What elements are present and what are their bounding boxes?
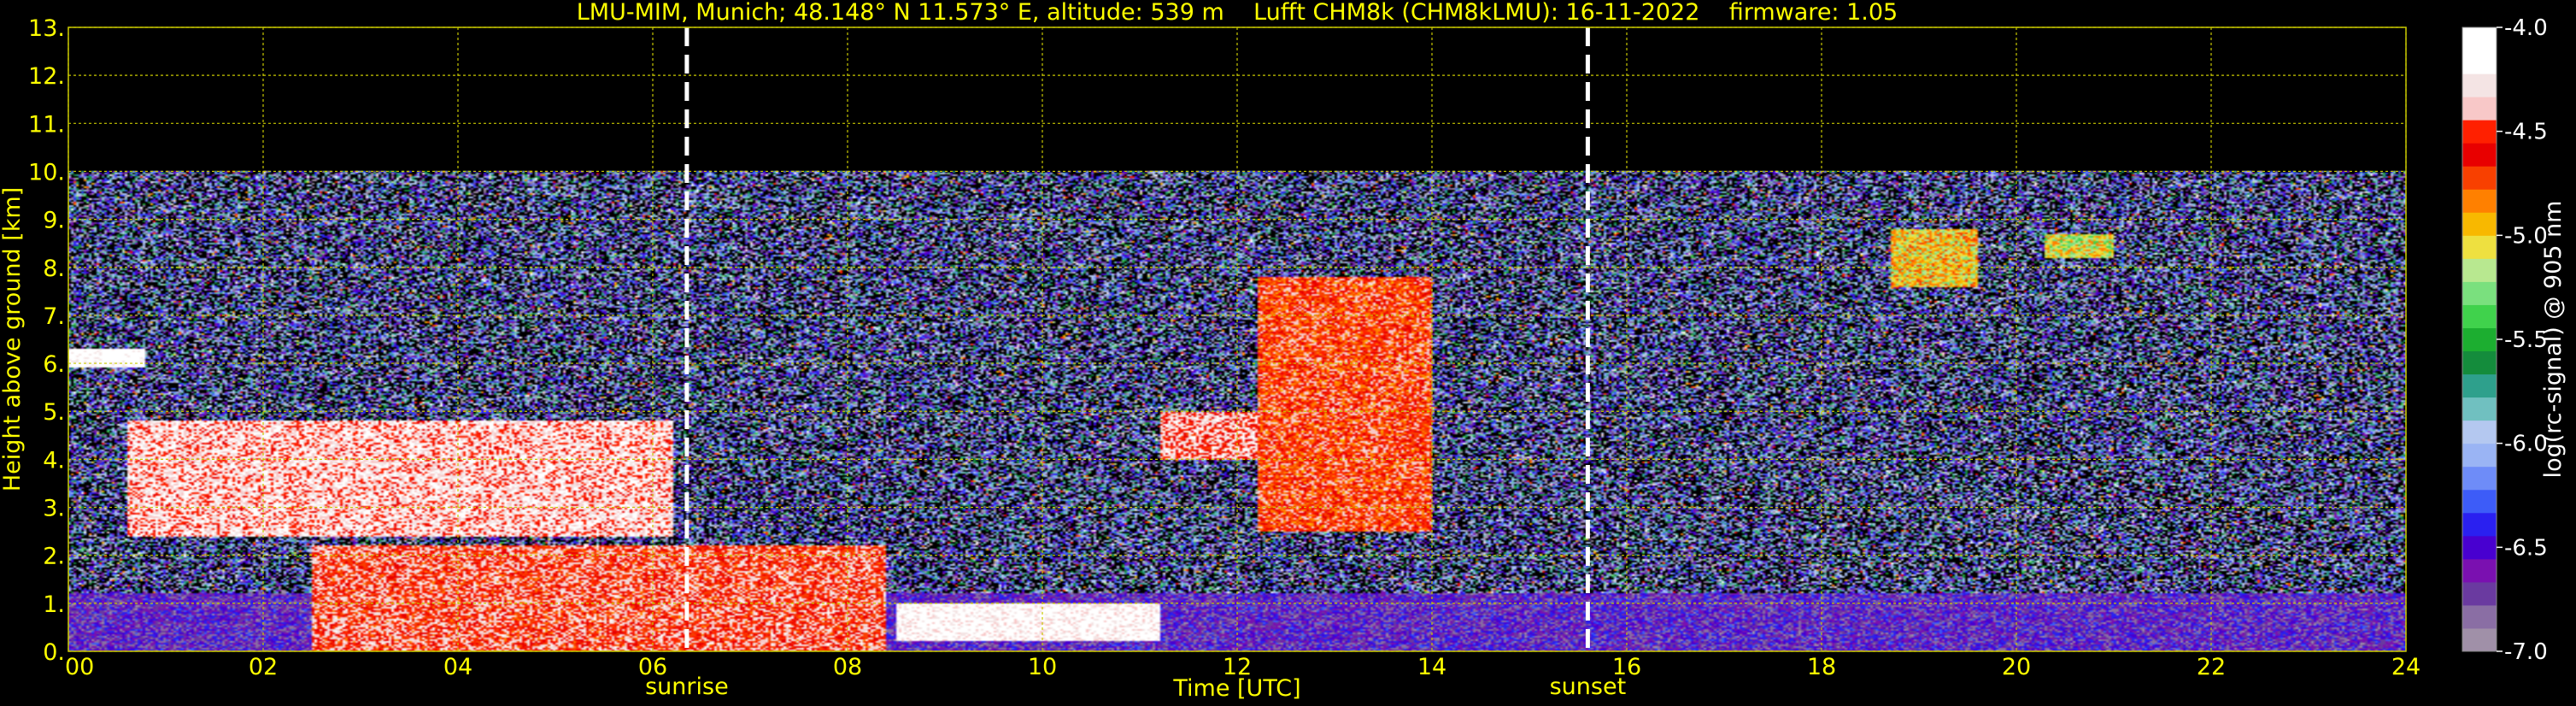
colorbar-swatch [2462, 350, 2497, 375]
x-tick-label: 22 [2197, 654, 2226, 680]
y-tick-label: 12. [28, 63, 65, 90]
x-tick-label: 16 [1612, 654, 1641, 680]
colorbar-swatch [2462, 420, 2497, 444]
colorbar-swatch [2462, 581, 2497, 606]
x-tick-label: 00 [65, 654, 94, 680]
y-tick-label: 9. [43, 208, 65, 234]
y-axis-label: Height above ground [km] [0, 187, 26, 491]
colorbar-label: log(rc-signal) @ 905 nm [2540, 201, 2567, 479]
x-tick-label: 18 [1807, 654, 1836, 680]
colorbar-tick-label: -7.0 [2504, 639, 2548, 665]
y-tick-label: 1. [43, 591, 65, 618]
y-tick-label: 13. [28, 15, 65, 42]
y-tick-label: 4. [43, 447, 65, 474]
colorbar-swatch [2462, 627, 2497, 652]
colorbar-swatch [2462, 27, 2497, 51]
y-tick-label: 5. [43, 399, 65, 426]
colorbar-swatch [2462, 143, 2497, 167]
x-tick-label: 10 [1028, 654, 1057, 680]
colorbar-swatch [2462, 512, 2497, 537]
colorbar-swatch [2462, 212, 2497, 236]
x-tick-label: 08 [833, 654, 862, 680]
colorbar-swatch [2462, 120, 2497, 144]
colorbar-swatch [2462, 327, 2497, 352]
colorbar-tick-label: -4.0 [2504, 15, 2548, 41]
colorbar-tick-label: -6.5 [2504, 535, 2548, 561]
x-tick-label: 14 [1417, 654, 1446, 680]
colorbar-swatch [2462, 166, 2497, 190]
x-tick-label: 04 [443, 654, 472, 680]
y-tick-label: 11. [28, 111, 65, 138]
ceilometer-chart: LMU-MIM, Munich; 48.148° N 11.573° E, al… [0, 0, 2576, 706]
colorbar-swatch [2462, 604, 2497, 629]
plot-area [67, 26, 2407, 652]
colorbar-swatch [2462, 535, 2497, 560]
colorbar-swatch [2462, 374, 2497, 398]
y-tick-label: 8. [43, 256, 65, 282]
x-axis-label: Time [UTC] [1172, 675, 1300, 702]
colorbar-swatch [2462, 235, 2497, 259]
colorbar-swatch [2462, 97, 2497, 121]
colorbar-swatch [2462, 397, 2497, 421]
x-tick-label: 20 [2002, 654, 2031, 680]
y-tick-label: 0. [43, 639, 65, 666]
colorbar-swatch [2462, 50, 2497, 74]
colorbar-swatches [2462, 27, 2497, 652]
colorbar-swatch [2462, 443, 2497, 468]
colorbar-swatch [2462, 189, 2497, 213]
y-tick-label: 7. [43, 303, 65, 330]
colorbar-swatch [2462, 258, 2497, 282]
colorbar-swatch [2462, 74, 2497, 97]
y-tick-label: 10. [28, 159, 65, 185]
y-tick-label: 6. [43, 351, 65, 378]
x-tick-label: 02 [249, 654, 278, 680]
y-tick-label: 3. [43, 496, 65, 522]
colorbar-swatch [2462, 304, 2497, 328]
y-tick-label: 2. [43, 544, 65, 570]
colorbar-swatch [2462, 489, 2497, 514]
x-tick-label: 06 [638, 654, 667, 680]
chart-title: LMU-MIM, Munich; 48.148° N 11.573° E, al… [577, 0, 1898, 26]
colorbar-swatch [2462, 281, 2497, 305]
colorbar-swatch [2462, 558, 2497, 583]
x-tick-label: 24 [2391, 654, 2421, 680]
colorbar-tick-label: -4.5 [2504, 120, 2548, 145]
colorbar-swatch [2462, 466, 2497, 491]
